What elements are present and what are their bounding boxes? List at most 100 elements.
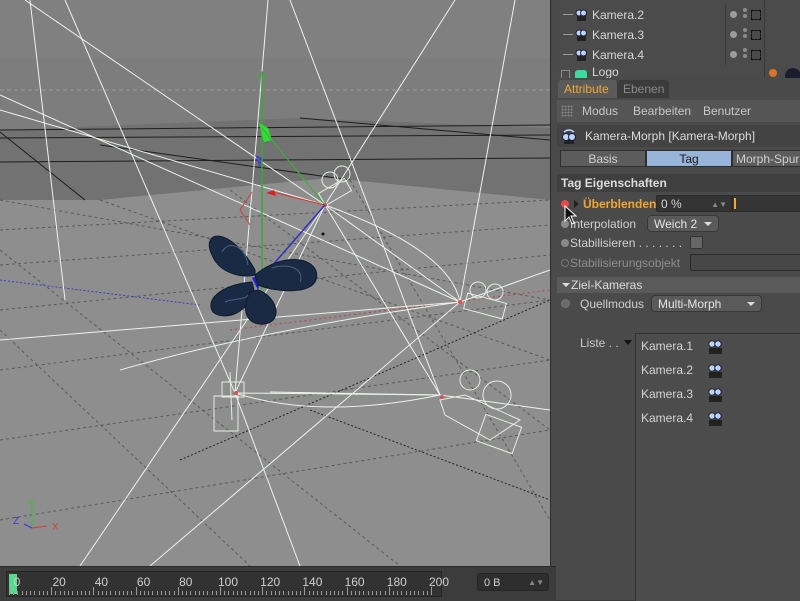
object-row[interactable]: Kamera.3 [557,25,800,45]
timeline-minor-tick [380,591,382,595]
timeline-minor-tick [101,591,103,595]
render-dots-icon[interactable] [743,48,747,62]
visibility-dot-icon[interactable] [730,11,737,18]
property-row-quellmodus: Quellmodus Multi-Morph [557,294,800,314]
visibility-dot-icon[interactable] [730,51,737,58]
render-dots-icon[interactable] [743,8,747,22]
viewport-border [550,0,557,600]
object-row[interactable]: Kamera.2 [557,5,800,25]
source-mode-dropdown[interactable]: Multi-Morph [651,295,762,312]
timeline-minor-tick [414,591,416,595]
attribute-subtabs: Basis Tag Morph-Spur [557,150,800,168]
timeline-minor-tick [215,591,217,595]
timeline-minor-tick [249,591,251,595]
timeline-minor-tick [106,591,108,595]
object-row[interactable]: Logo [557,65,800,78]
timeline-minor-tick [110,591,112,595]
timeline-minor-tick [257,591,259,595]
null-object-icon [575,70,587,78]
object-row[interactable]: Kamera.4 [557,45,800,65]
property-label: Überblenden [583,197,657,211]
tab-attribute[interactable]: Attribute [558,80,617,98]
timeline-minor-tick [393,591,395,595]
expand-icon[interactable] [561,70,570,78]
timeline[interactable]: 0 20 40 60 80 100 120 140 160 180 200 0 B ▲▼ [0,566,556,601]
grip-icon[interactable] [561,105,573,117]
object-header: Kamera-Morph [Kamera-Morph] [557,125,800,147]
current-frame-field[interactable]: 0 B ▲▼ [477,573,549,591]
timeline-minor-tick [97,591,99,595]
camera-icon [708,388,722,402]
keyframe-button[interactable] [561,299,570,308]
timeline-major-tick [262,587,264,595]
list-item[interactable]: Kamera.3 [641,384,791,404]
list-item[interactable]: Kamera.4 [641,408,791,428]
section-ziel-kameras[interactable]: Ziel-Kameras [557,277,800,293]
property-row-stabilisierungsobjekt: Stabilisierungsobjekt [557,253,800,273]
camera-list[interactable]: Kamera.1 Kamera.2 Kamera.3 Kamera.4 [635,333,800,601]
timeline-minor-tick [72,591,74,595]
timeline-minor-tick [401,591,403,595]
timeline-minor-tick [325,591,327,595]
timeline-minor-tick [139,591,141,595]
list-item[interactable]: Kamera.2 [641,360,791,380]
timeline-major-tick [135,587,137,595]
render-dots-icon[interactable] [743,28,747,42]
target-tag-icon[interactable] [751,50,761,60]
timeline-minor-tick [190,591,192,595]
menu-bearbeiten[interactable]: Bearbeiten [633,100,691,122]
timeline-ruler[interactable]: 0 20 40 60 80 100 120 140 160 180 200 [6,571,449,597]
timeline-minor-tick [127,591,129,595]
timeline-tick-label: 0 [13,575,21,589]
timeline-minor-tick [422,591,424,595]
subtab-tag[interactable]: Tag [646,150,732,167]
list-menu-arrow-icon[interactable] [624,340,632,345]
menu-benutzer[interactable]: Benutzer [703,100,751,122]
target-tag-icon[interactable] [751,30,761,40]
timeline-major-tick [9,587,10,595]
blend-input[interactable]: 0 % ▲▼ [656,195,732,212]
object-name: Kamera.3 [592,28,645,42]
tab-ebenen[interactable]: Ebenen [617,80,669,98]
list-item[interactable]: Kamera.1 [641,336,791,356]
timeline-major-tick [346,587,348,595]
stabilize-checkbox[interactable] [690,236,703,249]
timeline-minor-tick [418,591,420,595]
keyframe-button[interactable] [561,259,569,267]
visibility-dot-icon[interactable] [730,31,737,38]
dropdown-value: Multi-Morph [658,297,722,311]
timeline-minor-tick [274,591,276,595]
property-row-interpolation: Interpolation Weich 2 [557,214,800,234]
timeline-minor-tick [329,591,331,595]
menu-modus[interactable]: Modus [582,100,618,122]
chevron-down-icon [747,302,755,306]
slider-knob[interactable] [734,198,736,209]
material-sphere-icon[interactable] [785,68,800,78]
material-tag-icon[interactable] [769,69,777,77]
subtab-morph-spur[interactable]: Morph-Spur [732,150,800,167]
spinner-icon[interactable]: ▲▼ [711,196,727,213]
stabilize-object-field[interactable] [690,254,800,271]
property-label: Stabilisieren . . . . . . . [570,236,683,250]
target-tag-icon[interactable] [751,10,761,20]
axis-label-y: Y [28,498,35,509]
timeline-minor-tick [34,591,36,595]
object-title: Kamera-Morph [Kamera-Morph] [585,129,756,143]
object-name: Logo [592,65,619,78]
timeline-minor-tick [287,591,289,595]
timeline-minor-tick [21,591,23,595]
timeline-minor-tick [169,591,171,595]
timeline-minor-tick [80,591,82,595]
spinner-icon[interactable]: ▲▼ [528,574,544,592]
timeline-minor-tick [194,591,196,595]
3d-viewport[interactable]: Y X Z [0,0,550,566]
timeline-minor-tick [266,591,268,595]
interpolation-dropdown[interactable]: Weich 2 [647,215,719,232]
timeline-minor-tick [152,591,154,595]
blend-slider[interactable] [732,195,800,212]
object-name: Kamera.4 [592,48,645,62]
subtab-basis[interactable]: Basis [560,150,646,167]
timeline-minor-tick [279,591,281,595]
tree-branch [563,54,573,55]
keyframe-button[interactable] [561,239,569,247]
